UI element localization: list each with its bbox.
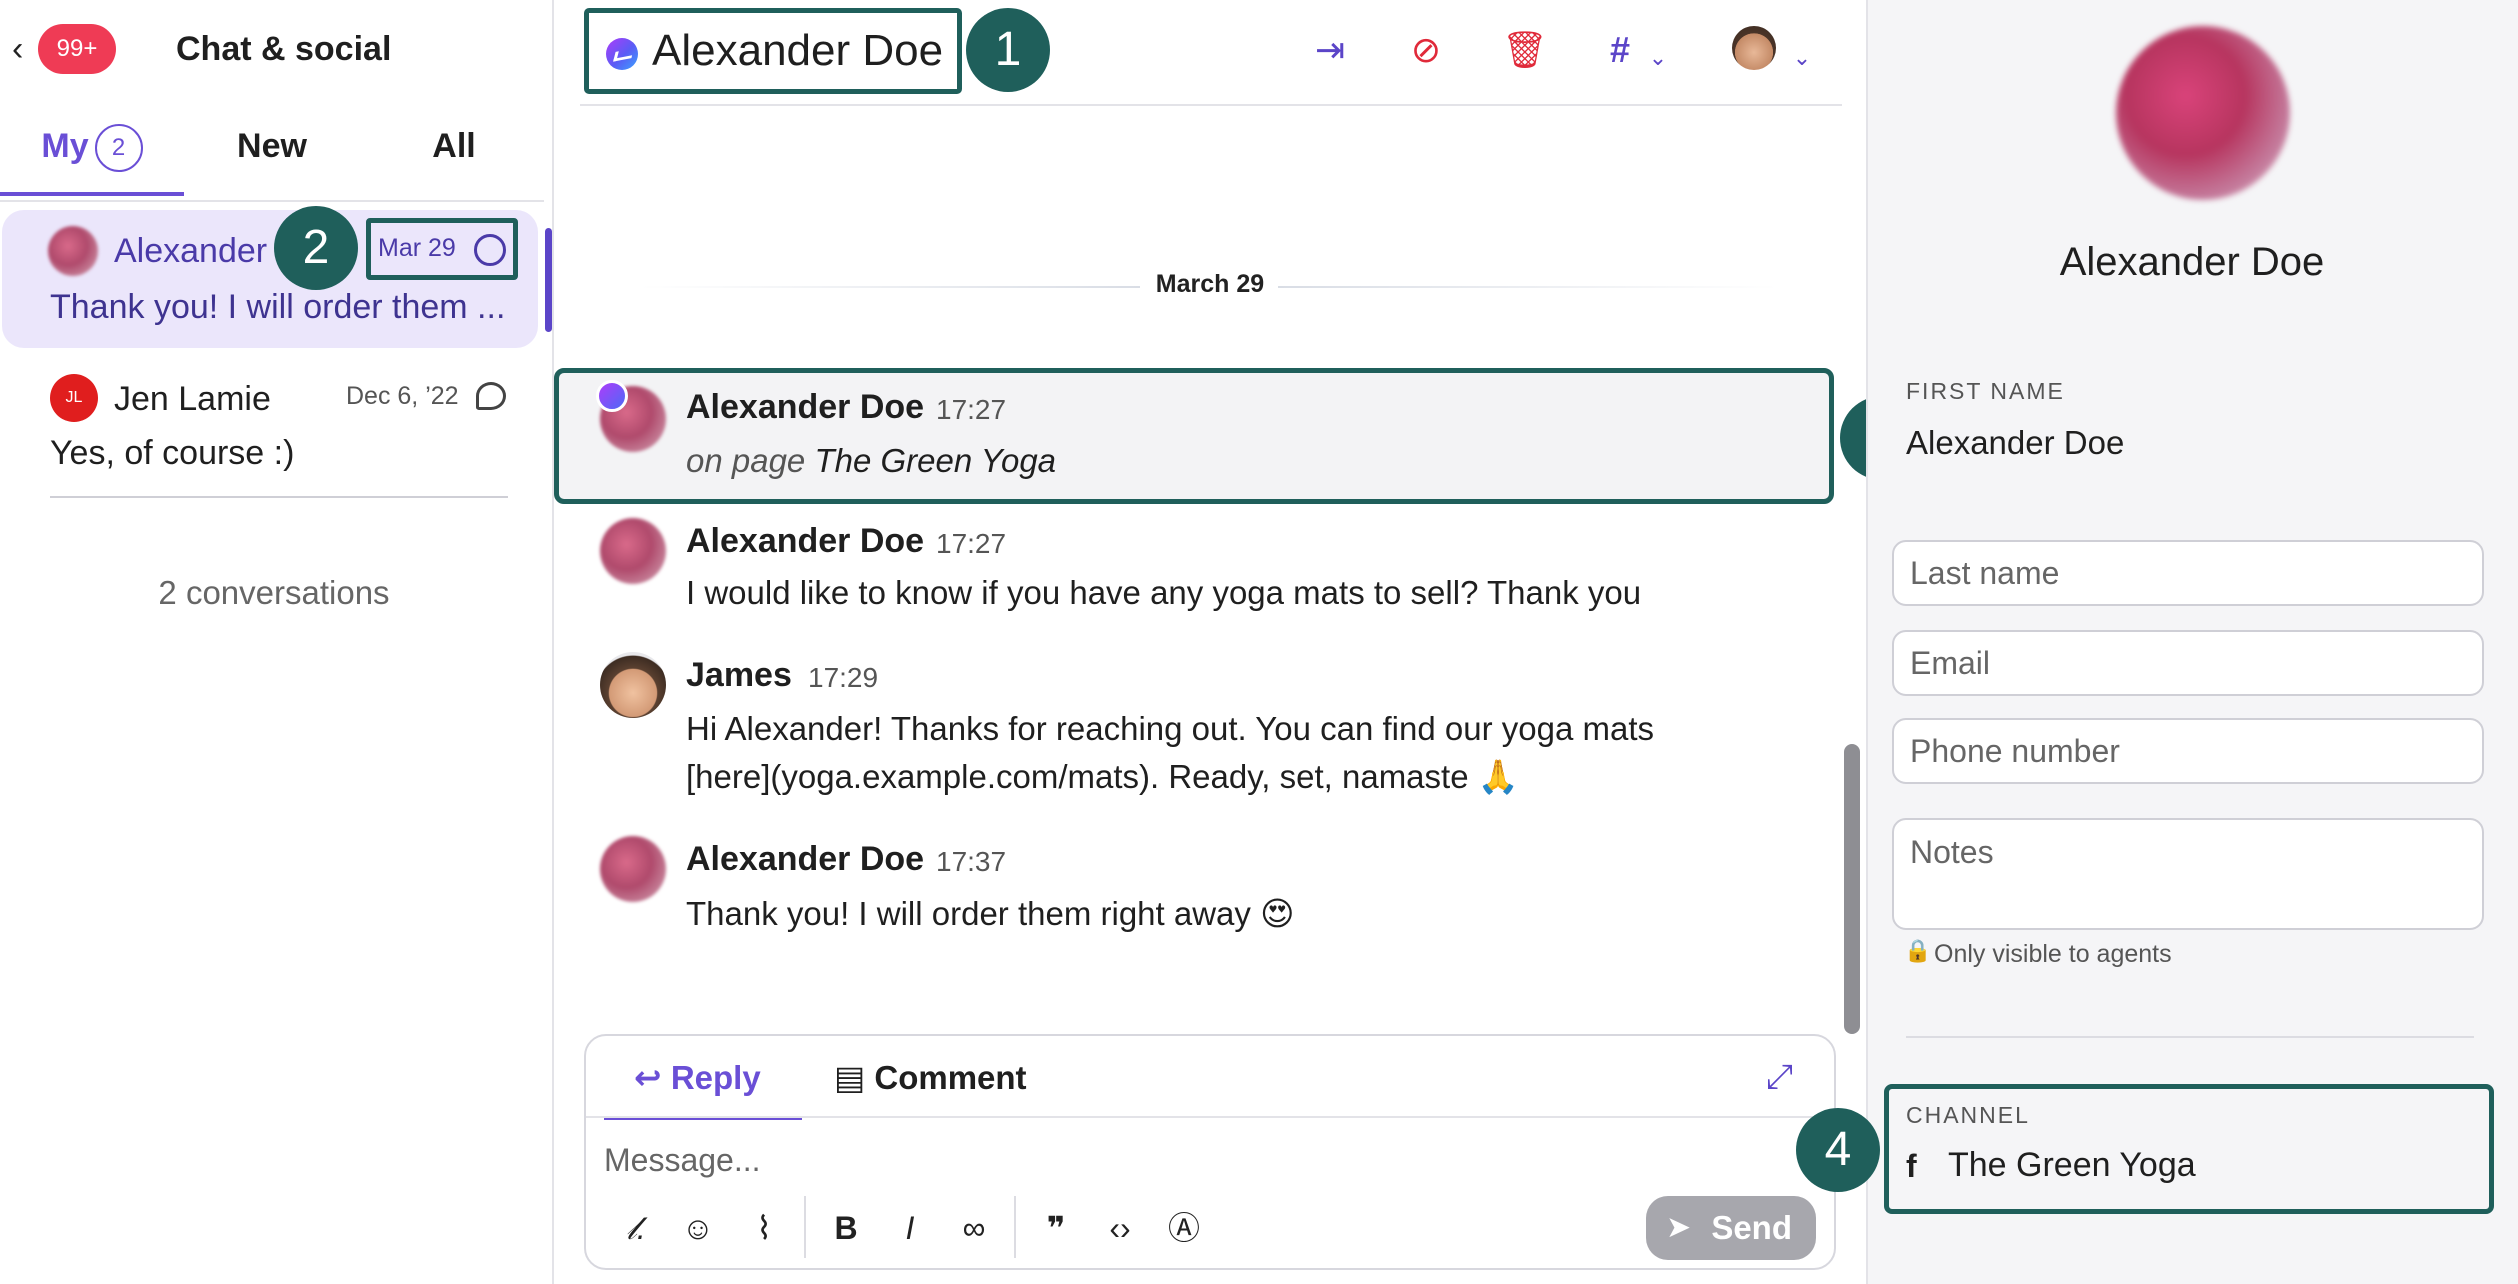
- tabs-divider: [0, 200, 544, 202]
- day-label: March 29: [1155, 270, 1265, 298]
- panel-divider: [1906, 1036, 2474, 1038]
- tab-comment[interactable]: ▤ Comment: [834, 1058, 1027, 1097]
- tab-all[interactable]: All: [360, 124, 548, 196]
- page-source-name: The Green Yoga: [814, 442, 1057, 479]
- tab-new[interactable]: New: [184, 124, 360, 196]
- message-text: Hi Alexander! Thanks for reaching out. Y…: [686, 710, 1654, 747]
- unread-badge[interactable]: 99+: [38, 24, 116, 74]
- contact-name: Alexander Doe: [2059, 240, 2325, 284]
- back-chevron-icon[interactable]: ‹: [12, 32, 34, 66]
- contact-avatar: [2116, 26, 2290, 200]
- avatar: [600, 836, 666, 902]
- messenger-icon: [596, 380, 628, 412]
- contact-name-header: Alexander Doe: [652, 26, 944, 75]
- email-field[interactable]: [1892, 630, 2484, 696]
- avatar: [48, 226, 98, 276]
- avatar: [600, 518, 666, 584]
- italic-icon[interactable]: I: [890, 1208, 930, 1248]
- attachment-icon[interactable]: ⌇: [744, 1208, 784, 1248]
- quote-icon[interactable]: ❞: [1036, 1208, 1076, 1248]
- reply-icon: ↩: [634, 1059, 662, 1096]
- lock-icon: 🔒: [1904, 938, 1932, 963]
- day-divider-line: [640, 286, 1140, 288]
- phone-field[interactable]: [1892, 718, 2484, 784]
- channel-value[interactable]: The Green Yoga: [1948, 1146, 2196, 1185]
- tab-my-label: My: [41, 127, 89, 165]
- comment-icon: ▤: [834, 1059, 866, 1096]
- conversation-count: 2 conversations: [158, 574, 390, 611]
- chevron-down-icon[interactable]: ⌄: [1782, 38, 1822, 78]
- bold-icon[interactable]: B: [826, 1208, 866, 1248]
- selected-indicator: [545, 228, 552, 332]
- trash-icon[interactable]: 🗑: [1502, 30, 1548, 70]
- chat-icon: [476, 382, 506, 410]
- conversation-name[interactable]: Jen Lamie: [114, 380, 271, 419]
- toolbar-separator: [1014, 1196, 1016, 1258]
- signature-icon[interactable]: 𝓁.: [616, 1208, 656, 1248]
- tab-comment-label: Comment: [874, 1059, 1027, 1096]
- sidebar-title: Chat & social: [176, 30, 392, 68]
- page-source-text: on page The Green Yoga: [686, 442, 1056, 480]
- first-name-value[interactable]: Alexander Doe: [1906, 424, 2124, 462]
- messenger-icon: [606, 38, 638, 70]
- message-time: 17:37: [936, 846, 1007, 877]
- code-icon[interactable]: ‹›: [1100, 1208, 1140, 1248]
- last-name-field[interactable]: [1892, 540, 2484, 606]
- message-author: James: [686, 656, 792, 694]
- message-author: Alexander Doe: [686, 840, 925, 878]
- message-text: I would like to know if you have any yog…: [686, 574, 1642, 611]
- expand-icon[interactable]: ⤢: [1766, 1058, 1793, 1097]
- header-divider: [580, 104, 1842, 106]
- tab-reply-label: Reply: [670, 1059, 761, 1096]
- facebook-icon: f: [1906, 1148, 1917, 1184]
- notes-hint: Only visible to agents: [1934, 940, 2172, 968]
- emoji-icon[interactable]: ☺: [678, 1208, 718, 1248]
- message-text: [here](yoga.example.com/mats). Ready, se…: [686, 758, 1519, 795]
- message-author: Alexander Doe: [686, 388, 925, 426]
- message-text: Thank you! I will order them right away …: [686, 895, 1295, 932]
- callout-2: 2: [274, 206, 358, 290]
- message-input[interactable]: [604, 1138, 1804, 1182]
- messenger-icon: [474, 234, 506, 266]
- scrollbar-thumb[interactable]: [1844, 744, 1860, 1034]
- conversation-snippet: Thank you! I will order them ...: [50, 288, 506, 326]
- tab-reply[interactable]: ↩ Reply: [604, 1058, 802, 1120]
- chevron-down-icon[interactable]: ⌄: [1638, 38, 1678, 78]
- message-time: 17:29: [808, 662, 879, 693]
- tab-my-count: 2: [94, 124, 143, 173]
- conversation-name: Alexander: [114, 232, 268, 270]
- list-divider: [50, 496, 508, 498]
- callout-1: 1: [966, 8, 1050, 92]
- conversation-snippet[interactable]: Yes, of course :): [50, 434, 294, 473]
- first-name-label: FIRST NAME: [1906, 378, 2065, 404]
- page-source-prefix: on page: [686, 442, 815, 479]
- composer-divider: [586, 1116, 1834, 1118]
- callout-4: 4: [1796, 1108, 1880, 1192]
- message-author: Alexander Doe: [686, 522, 925, 560]
- block-icon[interactable]: ⊘: [1406, 30, 1446, 70]
- exit-icon[interactable]: ⇥: [1310, 30, 1350, 70]
- avatar-initials: JL: [50, 374, 98, 422]
- hashtag-icon[interactable]: #: [1600, 30, 1640, 70]
- conversation-date: Mar 29: [378, 234, 456, 262]
- day-divider-line: [1278, 286, 1778, 288]
- link-icon[interactable]: ∞: [954, 1208, 994, 1248]
- message-time: 17:27: [936, 394, 1007, 425]
- avatar: [600, 652, 666, 718]
- notes-field[interactable]: [1892, 818, 2484, 930]
- mention-icon[interactable]: Ⓐ: [1164, 1208, 1204, 1248]
- channel-label: CHANNEL: [1906, 1102, 2030, 1128]
- conversation-date: Dec 6, ’22: [346, 382, 459, 410]
- tab-my[interactable]: My 2: [0, 124, 184, 196]
- message-time: 17:27: [936, 528, 1007, 559]
- send-icon: ➤: [1666, 1211, 1692, 1244]
- toolbar-separator: [804, 1196, 806, 1258]
- agent-avatar[interactable]: [1732, 26, 1776, 70]
